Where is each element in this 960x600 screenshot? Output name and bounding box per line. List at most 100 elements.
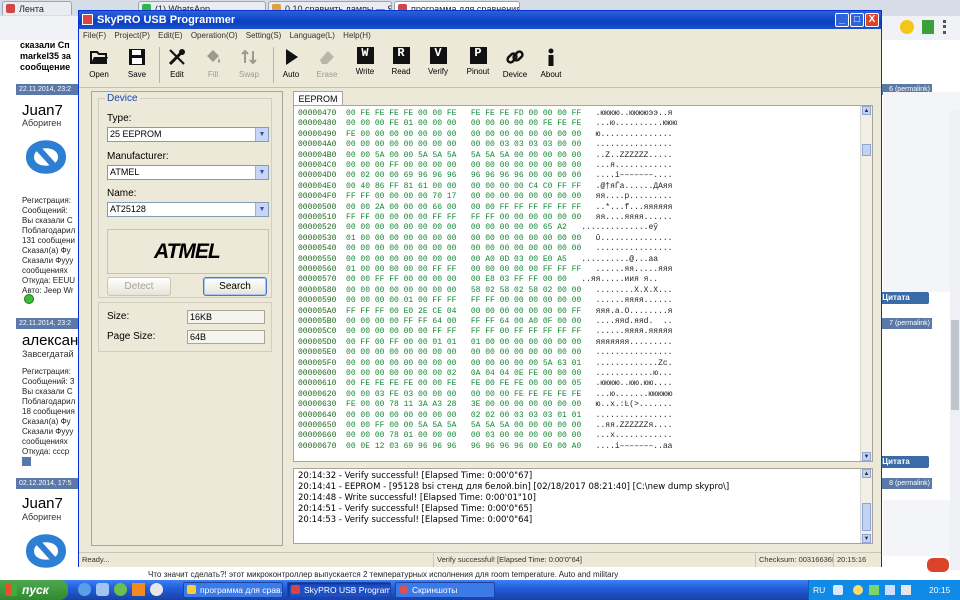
hex-row[interactable]: 000004D0 00 02 00 00 69 96 96 96 96 96 9…: [298, 171, 672, 181]
hex-ascii[interactable]: ................: [596, 411, 673, 420]
hex-bytes[interactable]: 01 00 00 00 00 00 FF FF 00 00 00 00 00 F…: [346, 265, 581, 274]
fill-button[interactable]: Fill: [193, 47, 233, 79]
hex-row[interactable]: 00000560 01 00 00 00 00 00 FF FF 00 00 0…: [298, 265, 672, 275]
clock[interactable]: 20:15: [929, 580, 950, 600]
hex-bytes[interactable]: 00 00 00 00 00 00 00 00 00 00 03 03 03 0…: [346, 140, 581, 149]
hex-bytes[interactable]: 00 00 00 00 00 00 00 00 00 00 00 00 00 0…: [346, 244, 581, 253]
hex-row[interactable]: 000004A0 00 00 00 00 00 00 00 00 00 00 0…: [298, 140, 672, 150]
hex-ascii[interactable]: .юююю..ююююээ..я: [596, 109, 673, 118]
user-menu-icon[interactable]: [22, 457, 31, 466]
hex-ascii[interactable]: ..........@...aa: [581, 255, 658, 264]
task-skypro[interactable]: SkyPRO USB Program...: [287, 582, 391, 598]
menu-project[interactable]: Project(P): [114, 31, 150, 40]
hex-ascii[interactable]: ......яяяя......: [596, 296, 673, 305]
hex-row[interactable]: 00000480 00 00 00 FE 01 00 00 00 00 00 0…: [298, 119, 677, 129]
hex-ascii[interactable]: ....i–––––––..aa: [596, 442, 673, 451]
network-icon[interactable]: [869, 585, 879, 595]
hex-bytes[interactable]: 00 00 00 00 00 00 00 00 00 A0 0D 03 00 E…: [346, 255, 567, 264]
hex-row[interactable]: 00000530 01 00 00 00 00 00 00 00 00 00 0…: [298, 234, 672, 244]
hex-bytes[interactable]: 00 00 00 00 00 00 00 00 00 00 00 00 00 6…: [346, 223, 567, 232]
hex-row[interactable]: 00000570 00 00 FF FF 00 00 00 00 00 E8 0…: [298, 275, 658, 285]
desktop-icon[interactable]: [96, 583, 109, 596]
menu-file[interactable]: File(F): [83, 31, 106, 40]
hex-ascii[interactable]: ....яяd.яяd. ..: [596, 317, 673, 326]
hex-bytes[interactable]: 00 00 00 00 00 00 00 00 02 02 00 03 03 0…: [346, 411, 581, 420]
erase-button[interactable]: Erase: [307, 47, 347, 79]
device-button[interactable]: Device: [495, 47, 535, 79]
hex-ascii[interactable]: ..яя.....иия я..: [581, 275, 658, 284]
tray-icon[interactable]: [853, 585, 863, 595]
swap-button[interactable]: Swap: [229, 47, 269, 79]
menu-setting[interactable]: Setting(S): [246, 31, 282, 40]
scroll-up-icon[interactable]: ▲: [862, 106, 871, 115]
hex-row[interactable]: 000005D0 00 FF 00 FF 00 00 01 01 01 00 0…: [298, 338, 672, 348]
hex-bytes[interactable]: 00 00 FF 00 00 5A 5A 5A 5A 5A 5A 00 00 0…: [346, 421, 581, 430]
hex-ascii[interactable]: ю..x.:Ŀ(>.......: [596, 400, 673, 409]
hex-bytes[interactable]: 00 00 00 00 00 00 00 02 0A 04 04 0E FE 0…: [346, 369, 581, 378]
hex-bytes[interactable]: FE 00 00 00 00 00 00 00 00 00 00 00 00 0…: [346, 130, 581, 139]
write-button[interactable]: W Write: [345, 47, 385, 76]
hex-row[interactable]: 000005B0 00 00 00 00 FF FF 64 00 FF FF 6…: [298, 317, 672, 327]
hex-row[interactable]: 000005E0 00 00 00 00 00 00 00 00 00 00 0…: [298, 348, 672, 358]
hex-row[interactable]: 00000610 00 FE FE FE FE 00 00 FE FE 00 F…: [298, 379, 672, 389]
minimize-button[interactable]: _: [835, 13, 849, 27]
hex-row[interactable]: 000005F0 00 00 00 00 00 00 00 00 00 00 0…: [298, 359, 672, 369]
hex-row[interactable]: 00000670 00 0E 12 03 69 96 96 96 96 96 9…: [298, 442, 672, 452]
hex-ascii[interactable]: ..............eў: [581, 223, 658, 232]
hex-ascii[interactable]: яя....яяяя......: [596, 213, 673, 222]
menu-edit[interactable]: Edit(E): [158, 31, 182, 40]
manufacturer-select[interactable]: ATMEL ▼: [107, 165, 269, 180]
hex-row[interactable]: 00000590 00 00 00 00 01 00 FF FF FF FF 0…: [298, 296, 672, 306]
page-scrollbar[interactable]: [950, 110, 960, 570]
hex-row[interactable]: 000005A0 FF FF FF 00 E0 2E CE 04 00 00 0…: [298, 307, 672, 317]
scroll-thumb[interactable]: [862, 144, 871, 156]
browser-tab-lenta[interactable]: Лента: [2, 1, 72, 15]
volume-icon[interactable]: [885, 585, 895, 595]
hex-row[interactable]: 00000580 00 00 00 00 00 00 00 00 58 02 5…: [298, 286, 672, 296]
scroll-down-icon[interactable]: ▼: [862, 534, 871, 543]
hex-row[interactable]: 00000540 00 00 00 00 00 00 00 00 00 00 0…: [298, 244, 672, 254]
post-author[interactable]: Juan7: [22, 495, 63, 512]
hex-row[interactable]: 00000550 00 00 00 00 00 00 00 00 00 A0 0…: [298, 255, 658, 265]
hex-bytes[interactable]: 00 00 00 78 01 00 00 00 00 03 00 00 00 0…: [346, 431, 581, 440]
help-icon[interactable]: [833, 585, 843, 595]
hex-row[interactable]: 00000640 00 00 00 00 00 00 00 00 02 02 0…: [298, 411, 672, 421]
chrome-icon[interactable]: [150, 583, 163, 596]
post-permalink[interactable]: 7 (permalink): [880, 318, 932, 329]
menu-help[interactable]: Help(H): [343, 31, 371, 40]
hex-ascii[interactable]: яяяяяяя.........: [596, 338, 673, 347]
hex-ascii[interactable]: .юююю..юю.юю....: [596, 379, 673, 388]
save-button[interactable]: Save: [117, 47, 157, 79]
scroll-down-icon[interactable]: ▼: [862, 452, 871, 461]
pinout-button[interactable]: P Pinout: [458, 47, 498, 76]
hex-bytes[interactable]: 00 FF 00 FF 00 00 01 01 01 00 00 00 00 0…: [346, 338, 581, 347]
hex-bytes[interactable]: 00 00 00 FF 00 00 00 00 00 00 00 00 00 0…: [346, 161, 581, 170]
maximize-button[interactable]: □: [850, 13, 864, 27]
app-launch-icon[interactable]: [114, 583, 127, 596]
hex-ascii[interactable]: ................: [596, 244, 673, 253]
hex-row[interactable]: 00000500 00 00 2A 00 00 00 66 00 00 00 F…: [298, 203, 672, 213]
hex-row[interactable]: 00000510 FF FF 00 00 00 00 FF FF FF FF 0…: [298, 213, 672, 223]
task-screenshots[interactable]: Скриншоты: [395, 582, 495, 598]
hex-ascii[interactable]: ....i–––––––....: [596, 171, 673, 180]
hex-row[interactable]: 000004E0 00 40 86 FF 81 61 00 00 00 00 0…: [298, 182, 672, 192]
hex-row[interactable]: 00000490 FE 00 00 00 00 00 00 00 00 00 0…: [298, 130, 672, 140]
open-button[interactable]: Open: [79, 47, 119, 79]
hex-bytes[interactable]: 01 00 00 00 00 00 00 00 00 00 00 00 00 0…: [346, 234, 581, 243]
start-button[interactable]: пуск: [0, 580, 68, 600]
hex-ascii[interactable]: ..яя.ZZZZZZя....: [596, 421, 673, 430]
usb-icon[interactable]: [901, 585, 911, 595]
hex-bytes[interactable]: 00 FE FE FE FE 00 00 FE FE FE FE FD 00 0…: [346, 109, 581, 118]
hex-bytes[interactable]: 00 00 2A 00 00 00 66 00 00 00 FF FF FF F…: [346, 203, 581, 212]
hex-ascii[interactable]: .............Zc.: [596, 359, 673, 368]
hex-ascii[interactable]: ......яя.....яяя: [596, 265, 673, 274]
task-browser[interactable]: программа для срав...: [183, 582, 283, 598]
search-button[interactable]: Search: [203, 277, 267, 296]
type-select[interactable]: 25 EEPROM ▼: [107, 127, 269, 142]
hex-bytes[interactable]: 00 02 00 00 69 96 96 96 96 96 96 96 00 0…: [346, 171, 581, 180]
hex-bytes[interactable]: 00 00 5A 00 00 5A 5A 5A 5A 5A 5A 00 00 0…: [346, 151, 581, 160]
hex-row[interactable]: 000004B0 00 00 5A 00 00 5A 5A 5A 5A 5A 5…: [298, 151, 672, 161]
hex-row[interactable]: 00000470 00 FE FE FE FE 00 00 FE FE FE F…: [298, 109, 672, 119]
hex-bytes[interactable]: 00 00 00 00 00 00 FF FF FF FF 00 FF FF F…: [346, 327, 581, 336]
download-icon[interactable]: [922, 20, 934, 34]
